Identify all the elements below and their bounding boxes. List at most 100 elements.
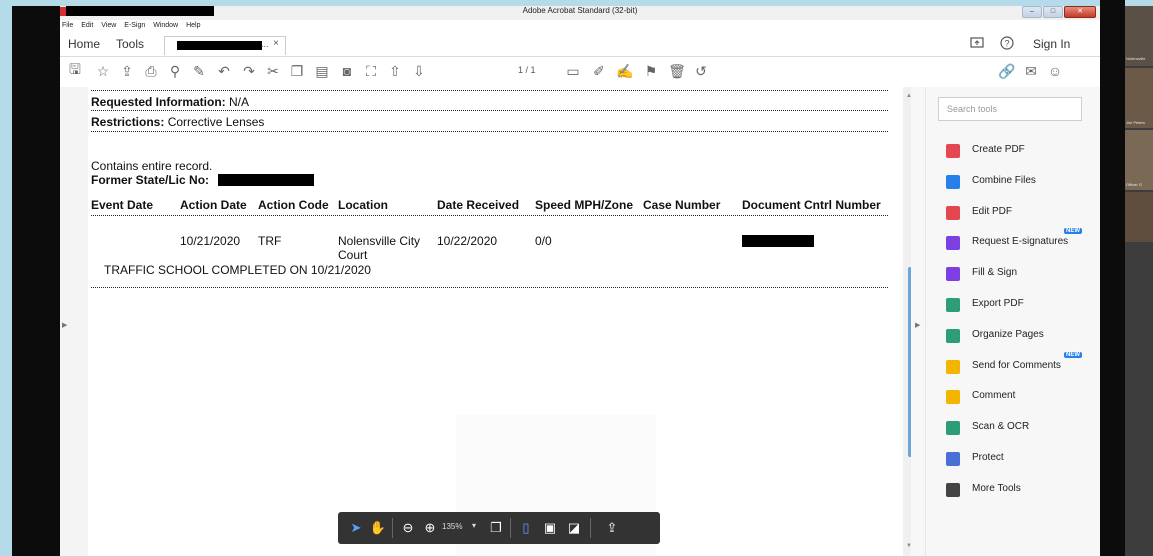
select-cursor-icon[interactable]: ➤	[346, 518, 366, 538]
sign-icon[interactable]: ✍	[616, 62, 634, 80]
sign-in-link[interactable]: Sign In	[1033, 37, 1070, 51]
trash-icon[interactable]: 🗑	[668, 62, 686, 80]
requested-info-value: N/A	[229, 95, 250, 109]
panel-splitter[interactable]: ▶	[911, 87, 925, 556]
account-icon[interactable]: ☺	[1046, 62, 1064, 80]
save-icon[interactable]: 🖫	[66, 61, 84, 80]
menu-view[interactable]: View	[101, 20, 116, 32]
tab-title-ellipsis: ...	[261, 39, 269, 49]
send-comments-icon	[946, 359, 960, 374]
pen-icon[interactable]: ✐	[590, 62, 608, 80]
paste-icon[interactable]: ▤	[313, 62, 331, 80]
zoom-dropdown-icon[interactable]: ▾	[472, 521, 476, 530]
divider	[91, 110, 888, 111]
tab-close-icon[interactable]: ×	[273, 38, 279, 49]
rotate-icon[interactable]: ↺	[692, 62, 710, 80]
export-icon[interactable]: ⇪	[602, 518, 622, 538]
former-state-label: Former State/Lic No:	[91, 173, 210, 187]
participant-thumbnail	[1125, 192, 1153, 242]
find-icon[interactable]: ⛶	[362, 62, 380, 80]
full-screen-icon[interactable]: ◪	[564, 518, 584, 538]
comment-tool-icon	[946, 390, 960, 405]
edit-pdf-icon[interactable]: ✎	[190, 62, 208, 80]
acrobat-window: Adobe Acrobat Standard (32-bit) – □ ✕ Fi…	[60, 6, 1100, 556]
maximize-button[interactable]: □	[1043, 6, 1063, 18]
menu-help[interactable]: Help	[186, 20, 200, 32]
menu-window[interactable]: Window	[153, 20, 178, 32]
request-esign-icon	[946, 236, 960, 251]
undo-icon[interactable]: ↶	[215, 62, 233, 80]
requested-info-line: Requested Information: N/A	[91, 95, 249, 109]
menu-edit[interactable]: Edit	[81, 20, 93, 32]
prev-page-icon[interactable]: ⇧	[386, 62, 404, 80]
tab-home[interactable]: Home	[68, 37, 100, 51]
tool-label: Scan & OCR	[972, 421, 1030, 433]
redo-icon[interactable]: ↷	[240, 62, 258, 80]
collapse-panel-icon[interactable]: ▶	[915, 321, 920, 329]
divider	[91, 90, 888, 91]
minimize-button[interactable]: –	[1022, 6, 1042, 18]
tool-organize-pages[interactable]: Organize Pages	[946, 327, 1096, 347]
screenshot-icon[interactable]: ◙	[338, 62, 356, 80]
share-link-icon[interactable]: 🔗	[998, 62, 1016, 80]
tab-document[interactable]: ... ×	[164, 36, 286, 55]
video-participants-strip: Nolensville Jim Peters Officer G	[1125, 6, 1153, 556]
hand-tool-icon[interactable]: ✋	[368, 518, 388, 538]
fill-sign-icon	[946, 267, 960, 282]
stamp-icon[interactable]: ⚑	[642, 62, 660, 80]
redaction-bar	[218, 174, 314, 186]
print-icon[interactable]: ⎙	[142, 62, 160, 80]
menu-file[interactable]: File	[62, 20, 73, 32]
tool-fill-sign[interactable]: Fill & Sign	[946, 265, 1096, 285]
requested-info-label: Requested Information:	[91, 95, 226, 109]
comment-icon[interactable]: ▭	[564, 62, 582, 80]
tool-label: Export PDF	[972, 298, 1024, 309]
scan-ocr-icon	[946, 421, 960, 436]
share-screen-icon[interactable]	[970, 36, 984, 53]
tab-tools[interactable]: Tools	[116, 37, 144, 51]
divider	[91, 287, 888, 288]
page-display-icon[interactable]: ❐	[486, 518, 506, 538]
left-panel-expand-icon[interactable]: ▶	[62, 321, 67, 329]
tool-create-pdf[interactable]: Create PDF	[946, 142, 1096, 162]
email-icon[interactable]: ✉	[1022, 62, 1040, 80]
tool-comment-tool[interactable]: Comment	[946, 388, 1096, 408]
tool-export-pdf[interactable]: Export PDF	[946, 296, 1096, 316]
cell-action-date: 10/21/2020	[180, 234, 241, 248]
search-tools-input[interactable]: Search tools	[938, 97, 1082, 121]
tool-combine-files[interactable]: Combine Files	[946, 173, 1096, 193]
page-indicator[interactable]: 1 / 1	[518, 65, 536, 75]
window-title: Adobe Acrobat Standard (32-bit)	[522, 6, 638, 15]
tool-send-comments[interactable]: Send for Comments NEW	[946, 351, 1096, 378]
tool-protect[interactable]: Protect	[946, 450, 1096, 470]
protect-icon	[946, 452, 960, 466]
participant-name: Jim Peters	[1126, 120, 1145, 125]
cell-location-line2: Court	[338, 248, 368, 262]
tool-scan-ocr[interactable]: Scan & OCR	[946, 419, 1096, 439]
cell-action-code: TRF	[258, 234, 282, 248]
tool-edit-pdf-tool[interactable]: Edit PDF	[946, 204, 1096, 224]
zoom-in-icon[interactable]: ⊕	[420, 518, 440, 538]
zoom-out-icon[interactable]: ⊖	[398, 518, 418, 538]
restrictions-label: Restrictions:	[91, 115, 165, 129]
participant-thumbnail: Officer G	[1125, 130, 1153, 190]
divider	[91, 215, 888, 216]
close-button[interactable]: ✕	[1064, 6, 1096, 18]
copy-icon[interactable]: ❐	[288, 62, 306, 80]
menu-esign[interactable]: E-Sign	[124, 20, 145, 32]
tool-label: Edit PDF	[972, 205, 1013, 217]
bookmark-star-icon[interactable]: ☆	[94, 62, 112, 80]
help-icon[interactable]: ?	[1000, 36, 1014, 53]
fit-page-icon[interactable]: ▯	[516, 518, 536, 538]
upload-cloud-icon[interactable]: ⇪	[118, 62, 136, 80]
zoom-search-icon[interactable]: ⚲	[166, 62, 184, 80]
new-badge: NEW	[1064, 228, 1082, 235]
cut-icon[interactable]: ✂	[264, 62, 282, 80]
tab-bar: Home Tools ... × ? Sign In	[60, 32, 1100, 57]
tool-request-esign[interactable]: Request E-signatures NEW	[946, 228, 1096, 254]
next-page-icon[interactable]: ⇩	[410, 62, 428, 80]
fit-width-icon[interactable]: ▣	[540, 518, 560, 538]
separator	[590, 518, 591, 538]
tool-more-tools[interactable]: More Tools	[946, 481, 1096, 501]
zoom-level[interactable]: 135%	[442, 522, 462, 531]
